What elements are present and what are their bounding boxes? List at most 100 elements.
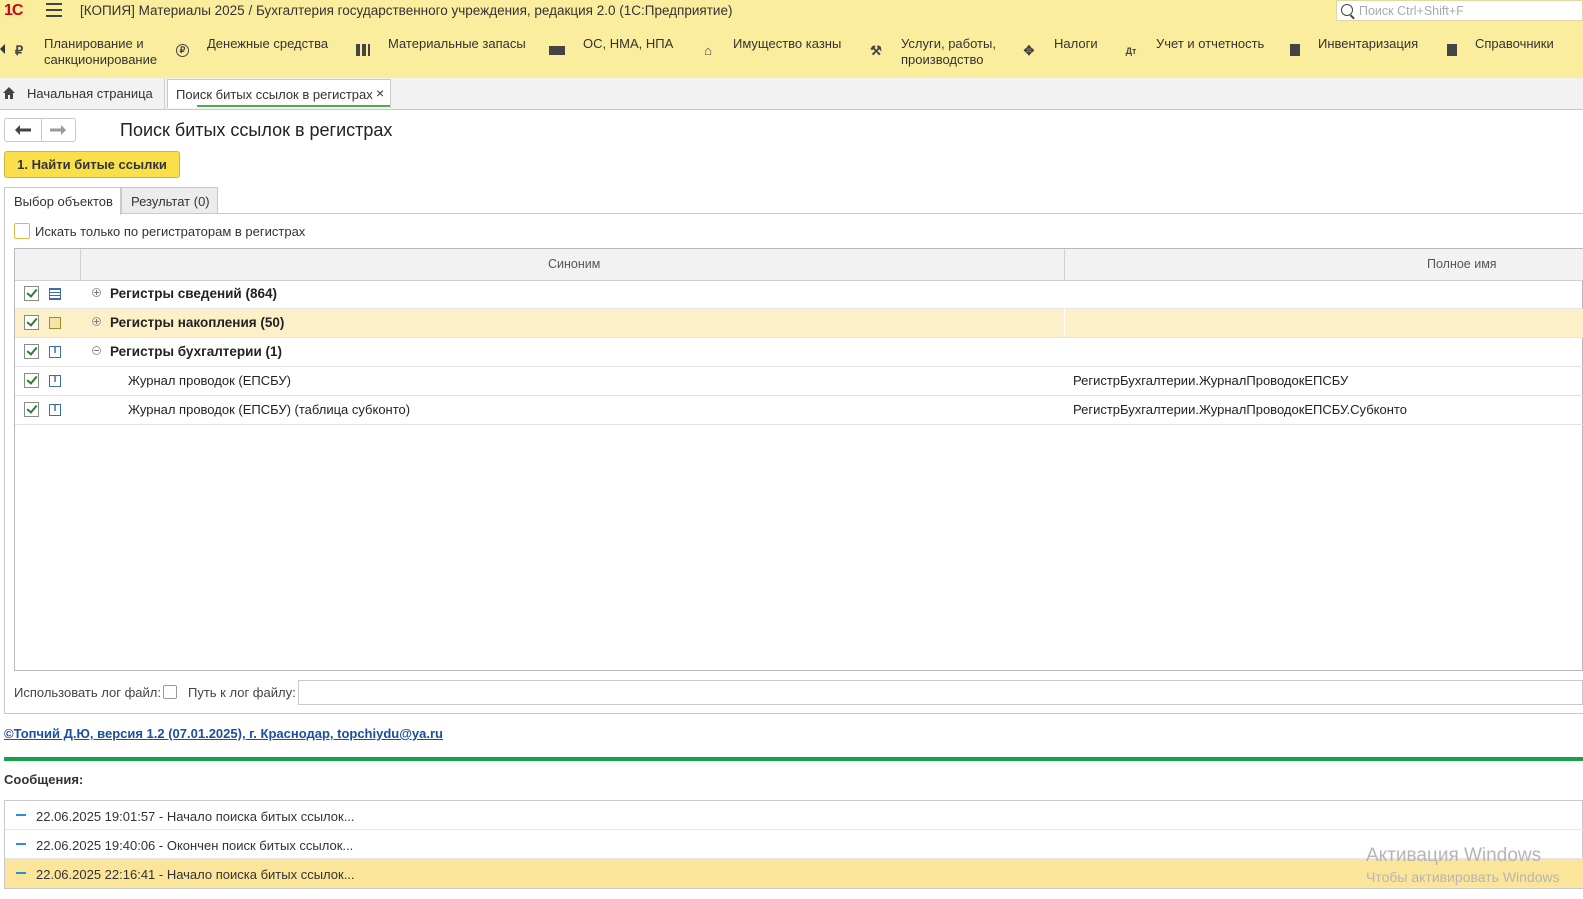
tab-broken-links[interactable]: Поиск битых ссылок в регистрах × — [167, 79, 391, 108]
expand-icon[interactable] — [92, 317, 101, 326]
page-title: Поиск битых ссылок в регистрах — [120, 120, 393, 140]
row-synonym: Журнал проводок (ЕПСБУ) — [128, 373, 291, 388]
message-text: 22.06.2025 19:40:06 - Окончен поиск биты… — [36, 838, 354, 853]
message-item[interactable]: 22.06.2025 22:16:41 - Начало поиска биты… — [5, 859, 1583, 888]
section-label: Услуги, работы, производство — [901, 36, 996, 67]
accounting-icon: Дт — [1125, 46, 1137, 56]
message-marker-icon — [16, 843, 26, 845]
row-synonym: Регистры бухгалтерии (1) — [110, 344, 283, 359]
section-label: Налоги — [1054, 36, 1098, 51]
column-header-full-name[interactable]: Полное имя — [1427, 257, 1497, 271]
section-treasury[interactable]: ⌂ Имущество казны — [701, 36, 841, 58]
section-money[interactable]: ₽ Денежные средства — [176, 36, 328, 57]
title-bar: 1С [КОПИЯ] Материалы 2025 / Бухгалтерия … — [0, 0, 1583, 22]
search-placeholder: Поиск Ctrl+Shift+F — [1359, 4, 1464, 18]
section-label: Планирование и санкционирование — [44, 36, 158, 67]
panel-border — [4, 713, 1583, 714]
row-synonym: Журнал проводок (ЕПСБУ) (таблица субконт… — [128, 402, 411, 417]
messages-divider — [4, 757, 1583, 761]
log-path-label: Путь к лог файлу: — [188, 685, 296, 700]
sections-scroll-left-icon[interactable] — [0, 44, 5, 54]
table-row[interactable]: Регистры бухгалтерии (1) — [15, 338, 1583, 367]
table-row[interactable]: Регистры сведений (864) — [15, 280, 1583, 309]
accounting-register-icon — [49, 345, 61, 358]
log-path-input[interactable] — [298, 680, 1583, 705]
accounting-register-icon — [49, 374, 61, 387]
row-checkbox[interactable] — [24, 402, 39, 417]
registers-table: Синоним Полное имя Регистры сведений (86… — [14, 248, 1583, 671]
menu-icon[interactable] — [46, 3, 62, 17]
table-row[interactable]: Регистры накопления (50) — [15, 309, 1583, 338]
sections-panel: ₽ Планирование и санкционирование ₽ Дене… — [0, 22, 1583, 79]
arrow-left-icon — [15, 125, 31, 135]
selection-separator — [1064, 309, 1065, 337]
truck-icon — [549, 46, 565, 55]
message-text: 22.06.2025 22:16:41 - Начало поиска биты… — [36, 867, 355, 882]
author-link[interactable]: ©Топчий Д.Ю, версия 1.2 (07.01.2025), г.… — [4, 726, 443, 741]
window-title: [КОПИЯ] Материалы 2025 / Бухгалтерия гос… — [80, 3, 733, 18]
forward-button[interactable] — [41, 119, 75, 141]
use-log-checkbox[interactable] — [163, 685, 177, 699]
tab-label: Выбор объектов — [14, 194, 113, 209]
messages-title: Сообщения: — [4, 772, 84, 787]
app-logo[interactable]: 1С — [4, 2, 23, 20]
row-checkbox[interactable] — [24, 344, 39, 359]
section-inventory[interactable]: Инвентаризация — [1290, 36, 1418, 56]
column-separator — [80, 249, 81, 280]
tab-home-label: Начальная страница — [27, 86, 153, 101]
section-planning[interactable]: ₽ Планирование и санкционирование — [12, 36, 157, 68]
panel-border — [4, 214, 5, 714]
message-marker-icon — [16, 872, 26, 874]
section-label: Имущество казны — [733, 36, 842, 51]
tab-active-label: Поиск битых ссылок в регистрах — [176, 87, 373, 102]
section-fixed-assets[interactable]: ОС, НМА, НПА — [549, 36, 673, 55]
find-broken-links-button[interactable]: 1. Найти битые ссылки — [4, 151, 180, 178]
row-synonym: Регистры сведений (864) — [110, 286, 277, 301]
collapse-icon[interactable] — [92, 346, 101, 355]
navigation-buttons — [4, 118, 76, 142]
global-search-input[interactable]: Поиск Ctrl+Shift+F — [1336, 0, 1583, 21]
row-checkbox[interactable] — [24, 286, 39, 301]
planning-icon: ₽ — [14, 43, 24, 58]
table-header: Синоним Полное имя — [15, 249, 1583, 281]
table-row[interactable]: Журнал проводок (ЕПСБУ) (таблица субконт… — [15, 396, 1583, 425]
row-synonym: Регистры накопления (50) — [110, 315, 285, 330]
tab-object-selection[interactable]: Выбор объектов — [4, 187, 121, 215]
column-header-synonym[interactable]: Синоним — [548, 257, 600, 271]
section-catalogs[interactable]: Справочники — [1447, 36, 1554, 56]
section-label: ОС, НМА, НПА — [583, 36, 674, 51]
column-separator — [1064, 249, 1065, 280]
registrars-only-label[interactable]: Искать только по регистраторам в регистр… — [35, 224, 305, 239]
activation-watermark: Активация Windows — [1366, 845, 1542, 866]
section-label: Инвентаризация — [1318, 36, 1419, 51]
back-button[interactable] — [5, 119, 42, 141]
row-full-name: РегистрБухгалтерии.ЖурналПроводокЕПСБУ — [1073, 373, 1349, 388]
message-item[interactable]: 22.06.2025 19:01:57 - Начало поиска биты… — [5, 801, 1583, 830]
expand-icon[interactable] — [92, 288, 101, 297]
section-label: Материальные запасы — [388, 36, 526, 51]
section-accounting[interactable]: Дт Учет и отчетность — [1124, 36, 1265, 58]
tab-home[interactable]: Начальная страница — [0, 78, 165, 109]
info-register-icon — [49, 288, 61, 300]
tab-result[interactable]: Результат (0) — [121, 187, 218, 214]
table-row[interactable]: Журнал проводок (ЕПСБУ) РегистрБухгалтер… — [15, 367, 1583, 396]
section-label: Справочники — [1475, 36, 1554, 51]
section-taxes[interactable]: ✥ Налоги — [1022, 36, 1098, 58]
row-checkbox[interactable] — [24, 315, 39, 330]
section-label: Денежные средства — [207, 36, 329, 51]
emblem-icon: ✥ — [1023, 43, 1035, 58]
registrars-only-checkbox[interactable] — [14, 223, 30, 239]
search-icon — [1341, 4, 1353, 16]
section-services[interactable]: ⚒ Услуги, работы, производство — [869, 36, 996, 68]
arrow-right-icon — [50, 125, 66, 135]
section-materials[interactable]: Материальные запасы — [356, 36, 526, 56]
books-icon — [1447, 44, 1457, 56]
row-checkbox[interactable] — [24, 373, 39, 388]
message-marker-icon — [16, 814, 26, 816]
active-tab-indicator — [197, 105, 390, 107]
close-icon[interactable]: × — [376, 85, 384, 101]
accumulation-register-icon — [49, 317, 61, 329]
treasury-icon: ⌂ — [704, 43, 712, 58]
message-item[interactable]: 22.06.2025 19:40:06 - Окончен поиск биты… — [5, 830, 1583, 859]
home-icon — [3, 87, 15, 99]
